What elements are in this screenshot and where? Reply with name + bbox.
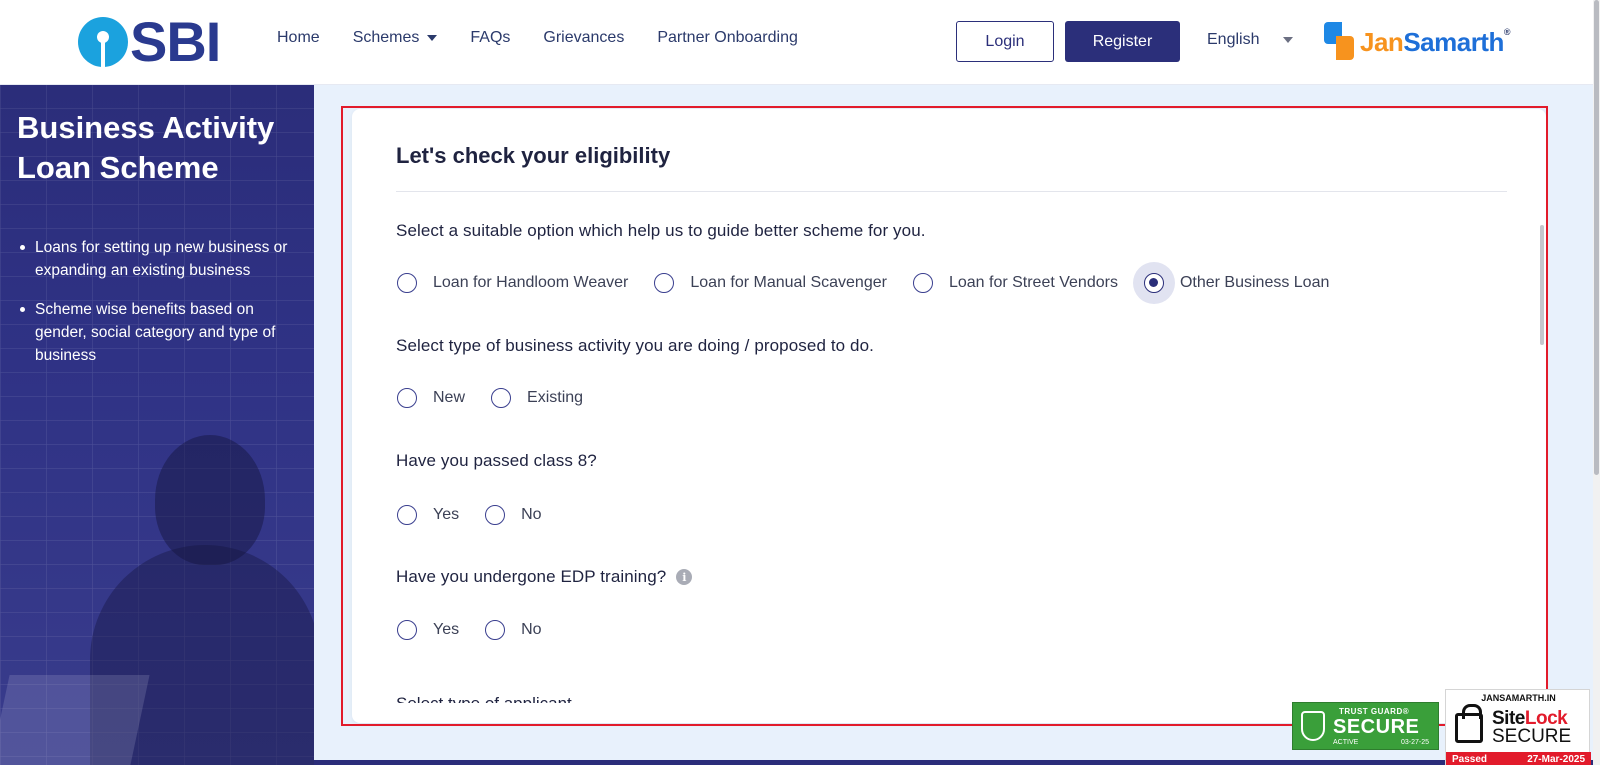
nav-home[interactable]: Home	[277, 29, 320, 47]
page-scrollbar[interactable]	[1593, 0, 1600, 765]
badge-text: SECURE	[1333, 716, 1420, 738]
sbi-logo[interactable]: SBI	[78, 10, 221, 73]
eligibility-card: Let's check your eligibility Select a su…	[352, 109, 1546, 723]
radio-button[interactable]	[397, 620, 417, 640]
sbi-logo-text: SBI	[130, 10, 221, 73]
scrollbar-thumb[interactable]	[1594, 0, 1599, 475]
radio-button-selected[interactable]	[1143, 273, 1164, 293]
nav-schemes-label: Schemes	[352, 29, 420, 46]
card-scrollbar[interactable]	[1540, 225, 1544, 345]
nav-grievances[interactable]: Grievances	[543, 29, 624, 47]
info-icon[interactable]: i	[676, 569, 693, 585]
radio-button[interactable]	[397, 505, 417, 525]
radio-label: Yes	[433, 506, 460, 523]
radio-button[interactable]	[912, 273, 933, 293]
question-scheme-option: Select a suitable option which help us t…	[396, 221, 926, 240]
badge-text: 03-27-25	[1401, 739, 1430, 746]
trust-guard-badge[interactable]: TRUST GUARD® SECURE ACTIVE 03-27-25	[1292, 702, 1439, 750]
radio-other-business-loan[interactable]: Other Business Loan	[1132, 262, 1330, 304]
nav-home-label: Home	[277, 29, 320, 46]
radio-button[interactable]	[397, 273, 417, 293]
scheme-option-group: Loan for Handloom Weaver Loan for Manual…	[397, 262, 1329, 304]
scheme-benefit-item: Scheme wise benefits based on gender, so…	[17, 298, 307, 367]
radio-new[interactable]: New	[397, 377, 465, 419]
radio-button[interactable]	[491, 388, 512, 408]
radio-street-vendors[interactable]: Loan for Street Vendors	[912, 262, 1118, 304]
jansamarth-logo-text: JanSamarth®	[1360, 26, 1511, 57]
edp-training-group: Yes No	[397, 609, 542, 651]
radio-label: Loan for Street Vendors	[948, 274, 1118, 291]
lock-icon	[1455, 704, 1483, 743]
chevron-down-icon	[427, 35, 438, 41]
banner-person-head	[155, 435, 265, 565]
radio-label: New	[433, 389, 466, 406]
radio-button[interactable]	[654, 273, 675, 293]
language-value: English	[1207, 31, 1260, 48]
radio-manual-scavenger[interactable]: Loan for Manual Scavenger	[654, 262, 887, 304]
chevron-down-icon	[1283, 37, 1294, 43]
nav-grievances-label: Grievances	[543, 29, 625, 46]
sitelock-badge[interactable]: JANSAMARTH.IN SiteLock SECURE Passed 27-M…	[1445, 689, 1591, 765]
radio-existing[interactable]: Existing	[491, 377, 583, 419]
nav-schemes[interactable]: Schemes	[353, 29, 438, 47]
radio-edp-no[interactable]: No	[485, 609, 542, 651]
jansamarth-logo[interactable]: JanSamarth®	[1324, 20, 1511, 64]
register-button[interactable]: Register	[1065, 21, 1180, 62]
radio-label: No	[521, 506, 542, 523]
radio-class8-yes[interactable]: Yes	[397, 494, 459, 536]
radio-button[interactable]	[485, 505, 506, 525]
class-8-group: Yes No	[397, 494, 542, 536]
page-bottom-strip	[314, 760, 1593, 765]
shield-icon	[1301, 711, 1325, 741]
divider	[396, 191, 1507, 192]
language-select[interactable]: English	[1207, 31, 1294, 49]
question-class-8: Have you passed class 8?	[396, 451, 597, 470]
radio-class8-no[interactable]: No	[485, 494, 542, 536]
scheme-title: Business Activity Loan Scheme	[17, 110, 275, 185]
main-nav: Home Schemes FAQs Grievances Partner Onb…	[277, 29, 831, 47]
badge-text: JANSAMARTH.IN	[1481, 693, 1556, 703]
business-type-group: New Existing	[397, 377, 583, 419]
badge-text: TRUST GUARD®	[1339, 707, 1410, 716]
nav-faqs-label: FAQs	[470, 29, 511, 46]
scheme-benefit-item: Loans for setting up new business or exp…	[17, 236, 307, 282]
radio-label: Loan for Manual Scavenger	[690, 274, 887, 291]
badge-text: SECURE	[1492, 726, 1572, 747]
radio-label: Yes	[433, 621, 460, 638]
radio-edp-yes[interactable]: Yes	[397, 609, 459, 651]
sitelock-passed-bar: Passed 27-Mar-2025	[1446, 752, 1591, 765]
nav-partner-onboarding-label: Partner Onboarding	[657, 29, 798, 46]
question-business-type: Select type of business activity you are…	[396, 336, 874, 355]
sbi-logo-icon	[78, 17, 128, 67]
radio-label: Existing	[527, 389, 584, 406]
radio-label: Other Business Loan	[1179, 274, 1330, 291]
nav-faqs[interactable]: FAQs	[470, 29, 510, 47]
scheme-benefits-list: Loans for setting up new business or exp…	[17, 236, 307, 383]
nav-partner-onboarding[interactable]: Partner Onboarding	[657, 29, 798, 47]
banner-laptop-image	[0, 675, 150, 765]
question-edp-training: Have you undergone EDP training? i	[396, 567, 693, 587]
login-button[interactable]: Login	[956, 21, 1054, 62]
jansamarth-logo-icon	[1324, 22, 1356, 62]
radio-label: No	[521, 621, 542, 638]
radio-label: Loan for Handloom Weaver	[433, 274, 629, 291]
radio-button[interactable]	[485, 620, 506, 640]
next-question-partial: Select type of applicant	[396, 691, 572, 703]
eligibility-title: Let's check your eligibility	[396, 143, 671, 168]
radio-button[interactable]	[397, 388, 417, 408]
site-header: SBI Home Schemes FAQs Grievances Partner…	[0, 0, 1593, 85]
radio-handloom-weaver[interactable]: Loan for Handloom Weaver	[397, 262, 628, 304]
badge-text: ACTIVE	[1333, 739, 1359, 746]
